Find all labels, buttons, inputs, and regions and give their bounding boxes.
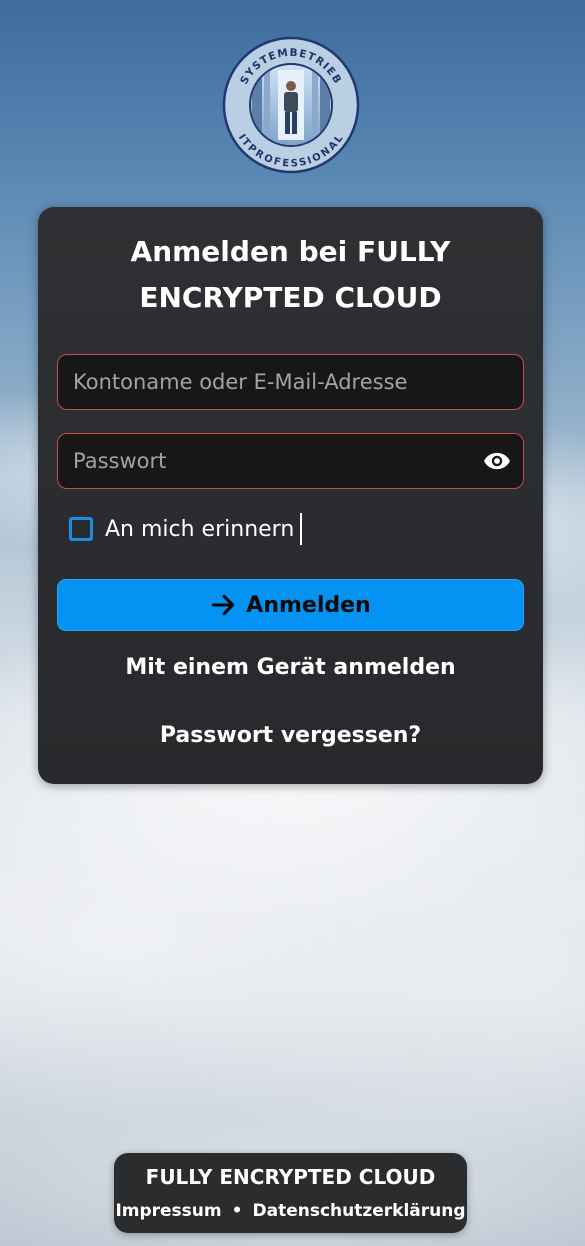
footer-title: FULLY ENCRYPTED CLOUD — [145, 1165, 436, 1189]
privacy-link[interactable]: Datenschutzerklärung — [253, 1201, 466, 1221]
login-title: Anmelden bei FULLY ENCRYPTED CLOUD — [130, 235, 451, 314]
footer-links: Impressum • Datenschutzerklärung — [114, 1201, 467, 1221]
device-login-link[interactable]: Mit einem Gerät anmelden — [38, 655, 543, 680]
eye-icon[interactable] — [483, 447, 511, 475]
footer-separator: • — [231, 1201, 243, 1221]
remember-checkbox[interactable] — [69, 517, 93, 541]
footer: FULLY ENCRYPTED CLOUD Impressum • Datensch… — [114, 1153, 467, 1233]
remember-label: An mich erinnern — [105, 516, 295, 542]
login-button-label: Anmelden — [246, 592, 371, 618]
username-field[interactable] — [57, 354, 524, 410]
remember-me[interactable]: An mich erinnern — [69, 513, 303, 545]
login-button[interactable]: Anmelden — [57, 579, 524, 631]
login-card: Anmelden bei FULLY ENCRYPTED CLOUD An mi… — [38, 207, 543, 784]
arrow-right-icon — [212, 594, 235, 616]
password-input[interactable] — [58, 434, 523, 488]
username-input[interactable] — [58, 355, 523, 409]
password-field[interactable] — [57, 433, 524, 489]
text-caret — [300, 513, 303, 545]
logo: SYSTEMBETRIEB ITPROFESSIONAL — [222, 36, 360, 174]
imprint-link[interactable]: Impressum — [115, 1201, 221, 1221]
logo-emblem: SYSTEMBETRIEB ITPROFESSIONAL — [222, 36, 360, 174]
forgot-password-link[interactable]: Passwort vergessen? — [38, 723, 543, 748]
